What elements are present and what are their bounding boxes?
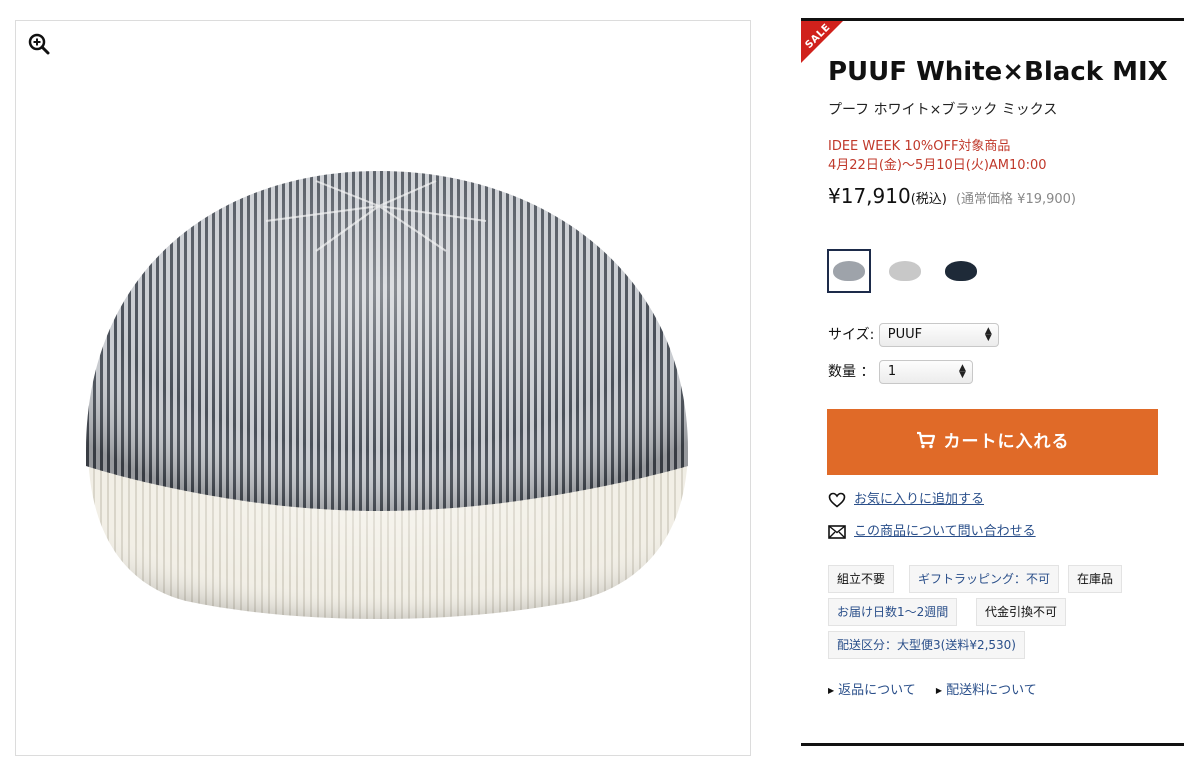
- select-arrows-icon: ▲ ▼: [958, 363, 966, 380]
- campaign-notice: IDEE WEEK 10%OFF対象商品 4月22日(金)〜5月10日(火)AM…: [828, 137, 1047, 175]
- tag-shipping-class: 配送区分：大型便3(送料¥2,530): [828, 631, 1025, 659]
- size-select[interactable]: PUUF ▲ ▼: [878, 323, 999, 347]
- tax-note: (税込): [910, 192, 947, 207]
- shipping-fee-link-label: 配送料について: [946, 683, 1037, 698]
- tag-gift-wrapping: ギフトラッピング：不可: [909, 565, 1060, 593]
- swatch-navy[interactable]: [939, 249, 983, 293]
- cart-icon: [916, 431, 935, 449]
- shipping-fee-link[interactable]: ▶ 配送料について: [936, 683, 1037, 698]
- select-arrows-icon: ▲ ▼: [984, 326, 992, 343]
- info-bottom-divider: [801, 743, 1184, 746]
- product-image[interactable]: [16, 21, 751, 756]
- add-to-cart-label: カートに入れる: [943, 432, 1070, 452]
- regular-price: (通常価格 ¥19,900): [955, 192, 1077, 207]
- returns-link-label: 返品について: [838, 683, 916, 698]
- product-subtitle: プーフ ホワイト×ブラック ミックス: [828, 102, 1058, 118]
- returns-link[interactable]: ▶ 返品について: [828, 683, 916, 698]
- size-value: PUUF: [887, 327, 923, 342]
- price-row: ¥17,910(税込) (通常価格 ¥19,900): [828, 184, 1076, 208]
- tag-cod: 代金引換不可: [976, 598, 1067, 626]
- sale-price: ¥17,910: [828, 184, 911, 208]
- swatch-white-black-mix[interactable]: [827, 249, 871, 293]
- add-to-favorites-link[interactable]: お気に入りに追加する: [854, 492, 984, 507]
- favorite-row: お気に入りに追加する: [828, 488, 984, 508]
- triangle-right-icon: ▶: [935, 686, 943, 695]
- swatch-color: [889, 261, 921, 281]
- inquiry-row: この商品について問い合わせる: [828, 520, 1036, 539]
- tag-delivery-days: お届け日数1〜2週間: [828, 598, 958, 626]
- size-label: サイズ:: [828, 327, 875, 343]
- quantity-row: 数量 ： 1 ▲ ▼: [828, 360, 973, 384]
- product-info: SALE PUUF White×Black MIX プーフ ホワイト×ブラック …: [801, 18, 1184, 746]
- product-inquiry-link[interactable]: この商品について問い合わせる: [854, 524, 1036, 539]
- policy-links: ▶ 返品について ▶ 配送料について: [828, 679, 1053, 698]
- heart-icon: [828, 492, 846, 508]
- add-to-cart-button[interactable]: カートに入れる: [827, 409, 1158, 475]
- quantity-label: 数量 ：: [828, 364, 875, 380]
- zoom-in-icon[interactable]: [28, 33, 50, 55]
- campaign-title: IDEE WEEK 10%OFF対象商品: [828, 139, 1011, 154]
- product-title: PUUF White×Black MIX: [828, 57, 1168, 87]
- tag-assembly: 組立不要: [828, 565, 895, 593]
- mail-icon: [828, 524, 846, 539]
- swatch-grey[interactable]: [883, 249, 927, 293]
- swatch-color: [945, 261, 977, 281]
- size-row: サイズ: PUUF ▲ ▼: [828, 323, 999, 347]
- quantity-value: 1: [887, 364, 897, 379]
- tag-stock: 在庫品: [1068, 565, 1123, 593]
- product-image-panel: [15, 20, 751, 756]
- quantity-select[interactable]: 1 ▲ ▼: [878, 360, 973, 384]
- swatch-color: [833, 261, 865, 281]
- campaign-period: 4月22日(金)〜5月10日(火)AM10:00: [828, 158, 1047, 173]
- triangle-right-icon: ▶: [828, 686, 835, 695]
